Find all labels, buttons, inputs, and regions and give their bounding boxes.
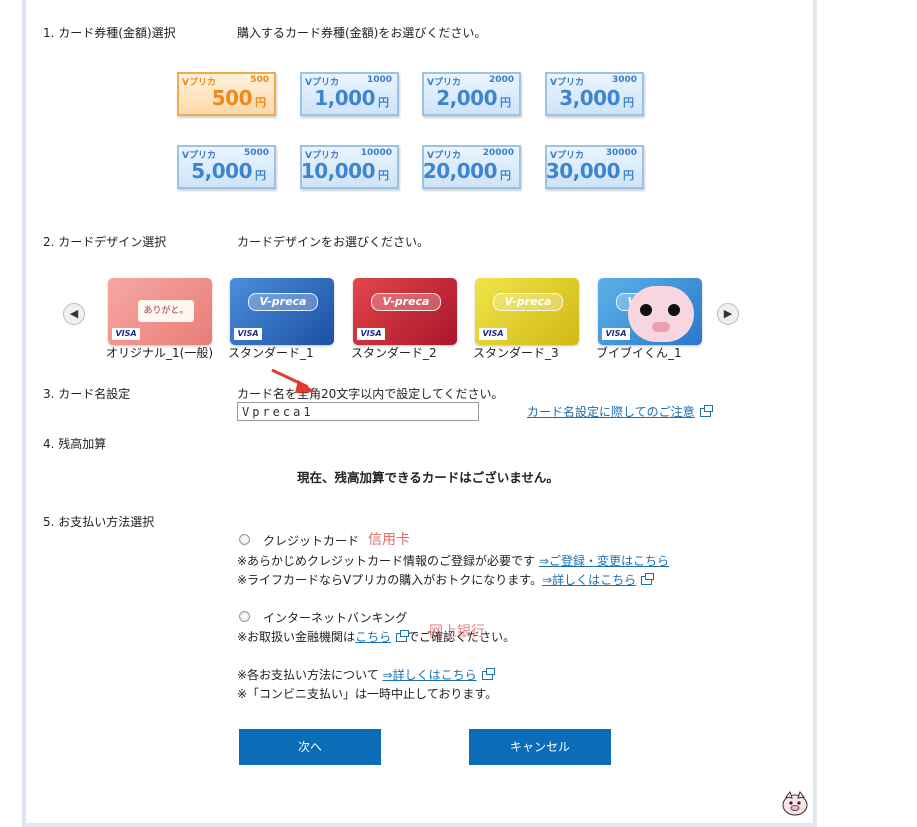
internet-banking-annotation: 网上银行	[429, 624, 485, 640]
v-preca-logo: V-preca	[493, 293, 563, 311]
external-link-icon	[699, 405, 713, 417]
payment-note1-text: ※各お支払い方法について	[237, 668, 379, 682]
section-balance-label: 4. 残高加算	[43, 437, 107, 451]
design-card[interactable]: ありがと。 VISA	[108, 278, 212, 345]
credit-card-radio[interactable]	[239, 534, 250, 545]
design-card-caption: オリジナル_1(一般)	[106, 346, 213, 360]
credit-line2-text: ※ライフカードならVプリカの購入がおトクになります。	[237, 573, 543, 587]
pig-mascot-icon	[782, 791, 808, 816]
external-link-icon	[396, 630, 410, 642]
amount-card-value: 500	[211, 86, 253, 110]
external-link-icon	[481, 668, 495, 680]
visa-logo: VISA	[234, 328, 262, 340]
amount-card-small-value: 30000	[605, 148, 637, 158]
credit-register-link[interactable]: ⇒ご登録・変更はこちら	[539, 554, 669, 568]
design-card[interactable]: V-preca VISA	[475, 278, 579, 345]
amount-card-small-value: 500	[250, 75, 269, 85]
amount-card[interactable]: Vプリカ 5000 5,000 円	[177, 145, 276, 189]
frame-left-border	[22, 0, 26, 827]
credit-line2: ※ライフカードならVプリカの購入がおトクになります。⇒詳しくはこちら	[237, 571, 655, 588]
red-arrow-annotation	[271, 368, 316, 393]
original-card-message: ありがと。	[138, 300, 194, 322]
design-card-caption: スタンダード_3	[473, 346, 559, 360]
amount-card-yen: 円	[500, 169, 511, 182]
visa-logo: VISA	[112, 328, 140, 340]
section-name-label: 3. カード名設定	[43, 387, 131, 401]
amount-card-value: 3,000	[559, 86, 620, 110]
internet-banking-label: インターネットバンキング	[263, 611, 408, 625]
carousel-next-button[interactable]: ▶	[717, 303, 739, 325]
amount-card-value: 5,000	[191, 159, 252, 183]
amount-card-yen: 円	[378, 169, 389, 182]
v-preca-logo: V-preca	[248, 293, 318, 311]
section-design-desc: カードデザインをお選びください。	[237, 235, 430, 249]
payment-note1: ※各お支払い方法について ⇒詳しくはこちら	[237, 666, 495, 683]
amount-card[interactable]: Vプリカ 30000 30,000 円	[545, 145, 644, 189]
payment-note2: ※「コンビニ支払い」は一時中止しております。	[237, 687, 498, 701]
carousel-prev-button[interactable]: ◀	[63, 303, 85, 325]
amount-card-small-value: 2000	[488, 75, 514, 85]
section-amount-desc: 購入するカード券種(金額)をお選びください。	[237, 26, 487, 40]
amount-card[interactable]: Vプリカ 2000 2,000 円	[422, 72, 521, 116]
amount-card-value: 20,000	[422, 159, 498, 183]
frame-bottom-border	[22, 823, 817, 827]
amount-card-yen: 円	[255, 96, 266, 109]
amount-card-value: 10,000	[300, 159, 376, 183]
amount-card-value: 2,000	[436, 86, 497, 110]
design-card-caption: スタンダード_2	[351, 346, 437, 360]
banking-institutions-link[interactable]: こちら	[355, 630, 391, 644]
amount-card[interactable]: Vプリカ 1000 1,000 円	[300, 72, 399, 116]
amount-card-value: 30,000	[545, 159, 621, 183]
amount-card[interactable]: Vプリカ 500 500 円	[177, 72, 276, 116]
v-preca-logo: V-preca	[371, 293, 441, 311]
frame-right-border	[813, 0, 817, 827]
amount-card[interactable]: Vプリカ 20000 20,000 円	[422, 145, 521, 189]
external-link-icon	[641, 573, 655, 585]
cancel-button[interactable]: キャンセル	[469, 729, 611, 765]
amount-card-value: 1,000	[314, 86, 375, 110]
design-card-caption: ブイブイくん_1	[596, 346, 682, 360]
visa-logo: VISA	[479, 328, 507, 340]
section-design-label: 2. カードデザイン選択	[43, 235, 167, 249]
banking-line1-pre: ※お取扱い金融機関は	[237, 630, 356, 644]
amount-card[interactable]: Vプリカ 10000 10,000 円	[300, 145, 399, 189]
amount-card-small-value: 20000	[482, 148, 514, 158]
design-card[interactable]: V-precaVISA	[598, 278, 702, 345]
credit-card-annotation: 信用卡	[368, 532, 410, 548]
amount-card-yen: 円	[378, 96, 389, 109]
amount-card-small-value: 1000	[366, 75, 392, 85]
payment-methods-details-link[interactable]: ⇒詳しくはこちら	[383, 668, 477, 682]
card-name-input[interactable]	[237, 402, 479, 421]
internet-banking-radio[interactable]	[239, 611, 250, 622]
section-payment-label: 5. お支払い方法選択	[43, 515, 155, 529]
visa-logo: VISA	[357, 328, 385, 340]
amount-card-yen: 円	[255, 169, 266, 182]
amount-card-small-value: 10000	[360, 148, 392, 158]
amount-card-yen: 円	[623, 96, 634, 109]
name-notice-link[interactable]: カード名設定に際してのご注意	[527, 405, 695, 419]
amount-card-yen: 円	[500, 96, 511, 109]
credit-line1-text: ※あらかじめクレジットカード情報のご登録が必要です	[237, 554, 536, 568]
amount-card-yen: 円	[623, 169, 634, 182]
credit-card-label: クレジットカード	[263, 534, 360, 548]
next-button[interactable]: 次へ	[239, 729, 381, 765]
section-amount-label: 1. カード券種(金額)選択	[43, 26, 176, 40]
amount-card[interactable]: Vプリカ 3000 3,000 円	[545, 72, 644, 116]
design-card-caption: スタンダード_1	[228, 346, 314, 360]
design-card[interactable]: V-preca VISA	[353, 278, 457, 345]
amount-card-small-value: 3000	[611, 75, 637, 85]
balance-message: 現在、残高加算できるカードはございません。	[297, 470, 559, 485]
visa-logo: VISA	[602, 328, 630, 340]
credit-line1: ※あらかじめクレジットカード情報のご登録が必要です ⇒ご登録・変更はこちら	[237, 552, 669, 569]
amount-card-small-value: 5000	[243, 148, 269, 158]
design-card[interactable]: V-preca VISA	[230, 278, 334, 345]
mascot-face-icon	[628, 286, 694, 342]
name-notice: カード名設定に際してのご注意	[527, 403, 713, 420]
life-card-details-link[interactable]: ⇒詳しくはこちら	[542, 573, 636, 587]
